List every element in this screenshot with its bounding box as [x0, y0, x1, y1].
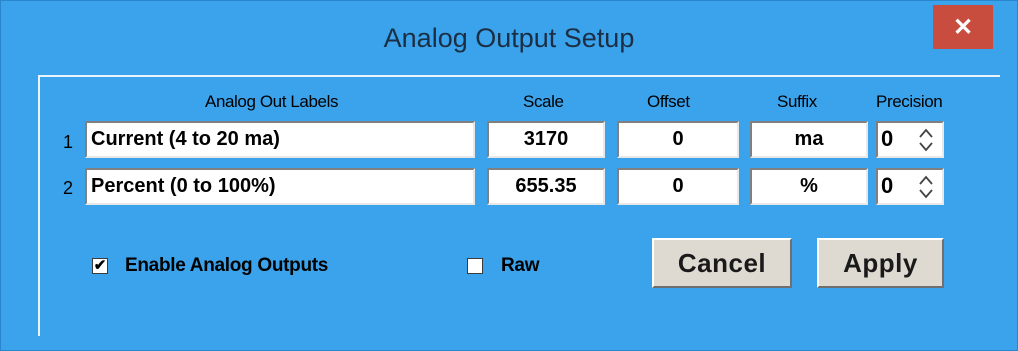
header-precision: Precision	[876, 92, 943, 111]
cancel-button[interactable]: Cancel	[652, 238, 792, 288]
label-field-2[interactable]: Percent (0 to 100%)	[85, 168, 475, 205]
close-button[interactable]: ✕	[933, 5, 993, 49]
enable-analog-outputs-label[interactable]: Enable Analog Outputs	[125, 255, 328, 277]
analog-output-setup-dialog: Analog Output Setup ✕ Analog Out Labels …	[0, 0, 1018, 351]
precision-stepper-2[interactable]: 0	[876, 168, 944, 205]
dialog-client-area	[38, 75, 1000, 336]
scale-field-2[interactable]: 655.35	[487, 168, 605, 205]
raw-checkbox[interactable]	[467, 258, 483, 274]
raw-label[interactable]: Raw	[501, 255, 539, 277]
precision-value-2[interactable]: 0	[881, 173, 893, 199]
header-analog-out-labels: Analog Out Labels	[205, 92, 339, 111]
offset-field-2[interactable]: 0	[617, 168, 739, 205]
suffix-field-1[interactable]: ma	[750, 121, 868, 158]
precision-stepper-1[interactable]: 0	[876, 121, 944, 158]
apply-button[interactable]: Apply	[817, 238, 944, 288]
scale-field-1[interactable]: 3170	[487, 121, 605, 158]
header-suffix: Suffix	[777, 92, 817, 111]
header-scale: Scale	[523, 92, 564, 111]
spin-arrows-icon[interactable]	[916, 125, 936, 155]
offset-field-1[interactable]: 0	[617, 121, 739, 158]
enable-analog-outputs-checkbox[interactable]: ✔	[92, 258, 108, 274]
row-number-2: 2	[63, 178, 74, 198]
header-offset: Offset	[647, 92, 690, 111]
spin-arrows-icon[interactable]	[916, 172, 936, 202]
window-title: Analog Output Setup	[383, 23, 635, 53]
title-bar[interactable]: Analog Output Setup ✕	[1, 1, 1017, 71]
close-icon: ✕	[952, 13, 974, 41]
precision-value-1[interactable]: 0	[881, 126, 893, 152]
suffix-field-2[interactable]: %	[750, 168, 868, 205]
label-field-1[interactable]: Current (4 to 20 ma)	[85, 121, 475, 158]
row-number-1: 1	[63, 132, 74, 152]
